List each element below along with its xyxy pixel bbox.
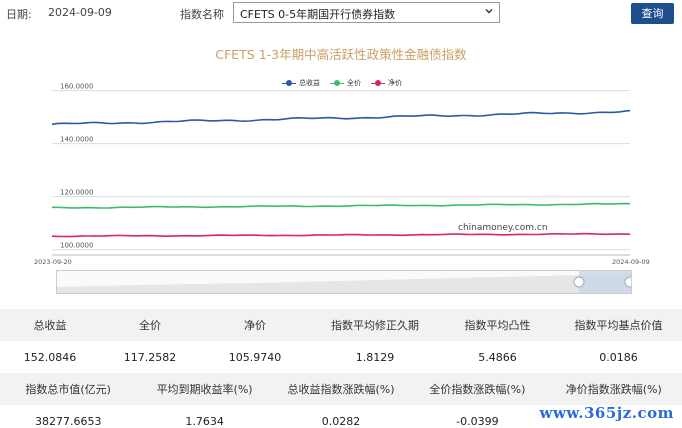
y-tick-label: 160.0000	[60, 83, 93, 91]
index-name-label: 指数名称	[180, 8, 224, 21]
stat-header: 全价	[139, 319, 161, 332]
stat-value: 5.4866	[478, 350, 517, 364]
index-select[interactable]: CFETS 0-5年期国开行债券指数	[233, 2, 500, 23]
y-tick-label: 100.0000	[60, 242, 93, 250]
stat-header: 指数总市值(亿元)	[25, 383, 111, 396]
series-line-0	[51, 109, 631, 126]
navigator-handle-right[interactable]	[624, 276, 636, 288]
chart-navigator[interactable]	[56, 270, 636, 294]
index-select-value: CFETS 0-5年期国开行债券指数	[240, 8, 396, 21]
stat-value: 1.7634	[185, 414, 224, 428]
stat-value: 105.9740	[228, 350, 282, 364]
series-line-2	[51, 232, 631, 238]
stat-header: 指数平均凸性	[464, 319, 531, 332]
navigator-handle-left[interactable]	[573, 276, 585, 288]
stat-header: 指数平均修正久期	[331, 319, 419, 332]
date-value: 2024-09-09	[48, 6, 112, 19]
stat-value: 0.0282	[321, 414, 361, 428]
chevron-down-icon	[485, 9, 493, 14]
y-tick-label: 140.0000	[60, 136, 93, 144]
stat-header: 总收益指数涨跌幅(%)	[287, 383, 395, 396]
chart-watermark: chinamoney.com.cn	[458, 223, 548, 233]
stat-value: 0.0186	[599, 350, 638, 364]
stats-header-row-2: 指数总市值(亿元) 平均到期收益率(%) 总收益指数涨跌幅(%) 全价指数涨跌幅…	[0, 373, 682, 405]
navigator-range[interactable]	[579, 271, 631, 293]
stat-value: -0.0399	[456, 414, 499, 428]
line-chart: 160.0000 140.0000 120.0000 100.0000 2023-09-…	[34, 83, 650, 266]
stats-value-row-1: 152.0846 117.2582 105.9740 1.8129 5.4866…	[0, 341, 682, 373]
stat-header: 平均到期收益率(%)	[156, 383, 253, 396]
stat-header: 全价指数涨跌幅(%)	[429, 383, 526, 396]
stat-value: 38277.6653	[34, 414, 102, 428]
stat-value: 1.8129	[355, 350, 395, 364]
site-watermark: www.365jz.com	[539, 404, 674, 422]
stat-header: 净价指数涨跌幅(%)	[565, 383, 662, 396]
stats-header-row-1: 总收益 全价 净价 指数平均修正久期 指数平均凸性 指数平均基点价值	[0, 309, 682, 341]
query-button[interactable]: 查询	[631, 3, 674, 24]
stat-value: 152.0846	[23, 350, 77, 364]
stat-header: 净价	[244, 319, 266, 332]
stat-header: 指数平均基点价值	[574, 319, 663, 332]
series-line-1	[52, 202, 631, 209]
navigator-preview	[57, 271, 636, 293]
x-tick-label: 2024-09-09	[612, 258, 650, 266]
date-label: 日期:	[6, 8, 32, 21]
navigator-area	[57, 274, 631, 293]
stat-value: 117.2582	[123, 350, 177, 364]
stat-header: 总收益	[33, 319, 67, 332]
x-tick-label: 2023-09-20	[34, 258, 72, 266]
filter-bar: 日期: 2024-09-09 指数名称 CFETS 0-5年期国开行债券指数 查…	[0, 0, 682, 28]
chart-title: CFETS 1-3年期中高活跃性政策性金融债指数	[215, 47, 467, 62]
y-tick-label: 120.0000	[60, 189, 93, 197]
